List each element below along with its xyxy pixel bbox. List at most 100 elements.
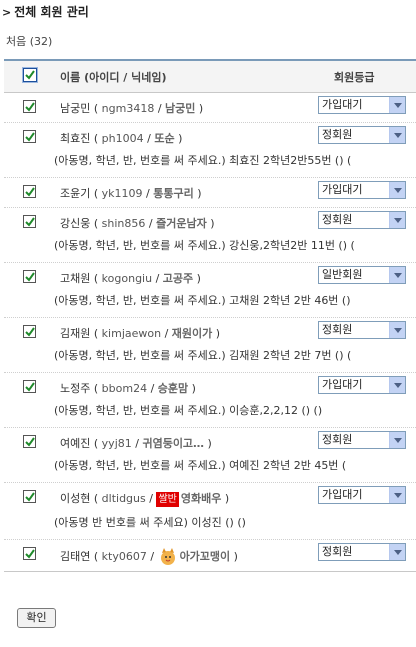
table-row: 김재원 ( kimjaewon / 재원이가 ) 정회원 (아동명, 학년, 반… <box>4 318 416 373</box>
grade-select-value: 가입대기 <box>322 378 363 391</box>
table-row: 이성현 ( dltidgus / 쌀반 영화배우 ) 가입대기 (아동명 반 번호… <box>4 483 416 540</box>
check-icon <box>24 326 35 337</box>
grade-select[interactable]: 정회원 <box>318 543 406 561</box>
nickname-badge: 쌀반 <box>156 491 179 507</box>
member-info: 김태연 ( kty0607 / 아가꼬맹이 ) <box>60 547 238 567</box>
row-checkbox[interactable] <box>23 380 36 393</box>
check-icon <box>24 271 35 282</box>
member-name: 여예진 <box>60 437 91 450</box>
grade-select[interactable]: 정회원 <box>318 126 406 144</box>
select-all-checkbox[interactable] <box>23 68 37 82</box>
check-icon <box>24 131 35 142</box>
grade-select[interactable]: 정회원 <box>318 211 406 229</box>
chevron-right-icon: > <box>2 6 12 19</box>
member-id: shin856 <box>101 217 146 230</box>
row-checkbox[interactable] <box>23 270 36 283</box>
member-id: kogongiu <box>101 272 153 285</box>
member-nickname: 즐거운남자 <box>156 217 207 230</box>
row-checkbox[interactable] <box>23 130 36 143</box>
dropdown-arrow-icon <box>389 544 405 560</box>
check-icon <box>24 381 35 392</box>
grade-select[interactable]: 가입대기 <box>318 181 406 199</box>
dropdown-arrow-icon <box>389 127 405 143</box>
member-name: 이성현 <box>60 492 91 505</box>
table-row: 여예진 ( yyj81 / 귀염둥이고… ) 정회원 (아동명, 학년, 반, … <box>4 428 416 483</box>
cat-icon <box>158 547 178 567</box>
member-info: 김재원 ( kimjaewon / 재원이가 ) <box>60 327 221 340</box>
grade-select[interactable]: 정회원 <box>318 321 406 339</box>
grade-select-value: 일반회원 <box>322 268 363 281</box>
member-note: (아동명, 학년, 반, 번호를 써 주세요.) 강신웅,2학년2반 11번 (… <box>54 239 355 252</box>
row-checkbox[interactable] <box>23 325 36 338</box>
member-name: 김재원 <box>60 327 91 340</box>
grade-select-value: 정회원 <box>322 128 353 141</box>
member-id: yk1109 <box>101 187 143 200</box>
member-info: 최효진 ( ph1004 / 또순 ) <box>60 132 183 145</box>
member-id: ngm3418 <box>101 102 155 115</box>
member-id: kimjaewon <box>101 327 162 340</box>
grade-select-value: 가입대기 <box>322 488 363 501</box>
member-nickname: 귀염둥이고… <box>142 437 205 450</box>
grade-select[interactable]: 가입대기 <box>318 486 406 504</box>
member-name: 조윤기 <box>60 187 91 200</box>
dropdown-arrow-icon <box>389 212 405 228</box>
member-name: 노정주 <box>60 382 91 395</box>
grade-select[interactable]: 일반회원 <box>318 266 406 284</box>
grade-select[interactable]: 정회원 <box>318 431 406 449</box>
table-row: 노정주 ( bbom24 / 승훈맘 ) 가입대기 (아동명, 학년, 반, 번… <box>4 373 416 428</box>
dropdown-arrow-icon <box>389 377 405 393</box>
member-info: 노정주 ( bbom24 / 승훈맘 ) <box>60 382 196 395</box>
grade-select-value: 정회원 <box>322 433 353 446</box>
column-header-grade: 회원등급 <box>334 71 375 84</box>
grade-select-value: 정회원 <box>322 545 353 558</box>
member-id: bbom24 <box>101 382 148 395</box>
member-info: 이성현 ( dltidgus / 쌀반 영화배우 ) <box>60 491 230 507</box>
member-note: (아동명, 학년, 반, 번호를 써 주세요.) 최효진 2학년2반55번 ()… <box>54 154 352 167</box>
member-nickname: 통통구리 <box>153 187 194 200</box>
member-name: 강신웅 <box>60 217 91 230</box>
grade-select-value: 가입대기 <box>322 98 363 111</box>
member-note: (아동명 반 번호를 써 주세요) 이성진 () () <box>54 516 246 529</box>
member-nickname: 재원이가 <box>171 327 213 340</box>
table-row: 강신웅 ( shin856 / 즐거운남자 ) 정회원 (아동명, 학년, 반,… <box>4 208 416 263</box>
table-header: 이름 (아이디 / 닉네임) 회원등급 <box>4 61 416 93</box>
dropdown-arrow-icon <box>389 182 405 198</box>
dropdown-arrow-icon <box>389 267 405 283</box>
row-checkbox[interactable] <box>23 100 36 113</box>
dropdown-arrow-icon <box>389 97 405 113</box>
grade-select-value: 정회원 <box>322 213 353 226</box>
member-info: 고채원 ( kogongiu / 고공주 ) <box>60 272 201 285</box>
member-nickname: 남궁민 <box>165 102 196 115</box>
member-id: ph1004 <box>101 132 144 145</box>
member-info: 조윤기 ( yk1109 / 통통구리 ) <box>60 187 202 200</box>
check-icon <box>24 548 35 559</box>
member-nickname: 영화배우 <box>180 492 222 505</box>
dropdown-arrow-icon <box>389 487 405 503</box>
confirm-button[interactable]: 확인 <box>17 608 56 628</box>
member-table: 이름 (아이디 / 닉네임) 회원등급 남궁민 ( ngm3418 / 남궁민 … <box>4 59 416 572</box>
member-note: (아동명, 학년, 반, 번호를 써 주세요.) 여예진 2학년 2반 45번 … <box>54 459 347 472</box>
row-checkbox[interactable] <box>23 435 36 448</box>
table-row: 조윤기 ( yk1109 / 통통구리 ) 가입대기 <box>4 178 416 208</box>
member-name: 고채원 <box>60 272 91 285</box>
member-id: yyj81 <box>101 437 132 450</box>
check-icon <box>24 186 35 197</box>
page-title-text: 전체 회원 관리 <box>14 5 89 19</box>
grade-select[interactable]: 가입대기 <box>318 376 406 394</box>
member-note: (아동명, 학년, 반, 번호를 써 주세요.) 이승훈,2,2,12 () (… <box>54 404 323 417</box>
check-icon <box>25 70 35 80</box>
row-checkbox[interactable] <box>23 185 36 198</box>
row-checkbox[interactable] <box>23 547 36 560</box>
grade-select[interactable]: 가입대기 <box>318 96 406 114</box>
table-row: 고채원 ( kogongiu / 고공주 ) 일반회원 (아동명, 학년, 반,… <box>4 263 416 318</box>
row-checkbox[interactable] <box>23 490 36 503</box>
member-count: 처음 (32) <box>6 35 53 48</box>
check-icon <box>24 491 35 502</box>
member-nickname: 승훈맘 <box>157 382 189 395</box>
check-icon <box>24 216 35 227</box>
row-checkbox[interactable] <box>23 215 36 228</box>
check-icon <box>24 436 35 447</box>
page-title: > 전체 회원 관리 <box>2 4 89 20</box>
dropdown-arrow-icon <box>389 432 405 448</box>
member-nickname: 아가꼬맹이 <box>179 550 231 563</box>
